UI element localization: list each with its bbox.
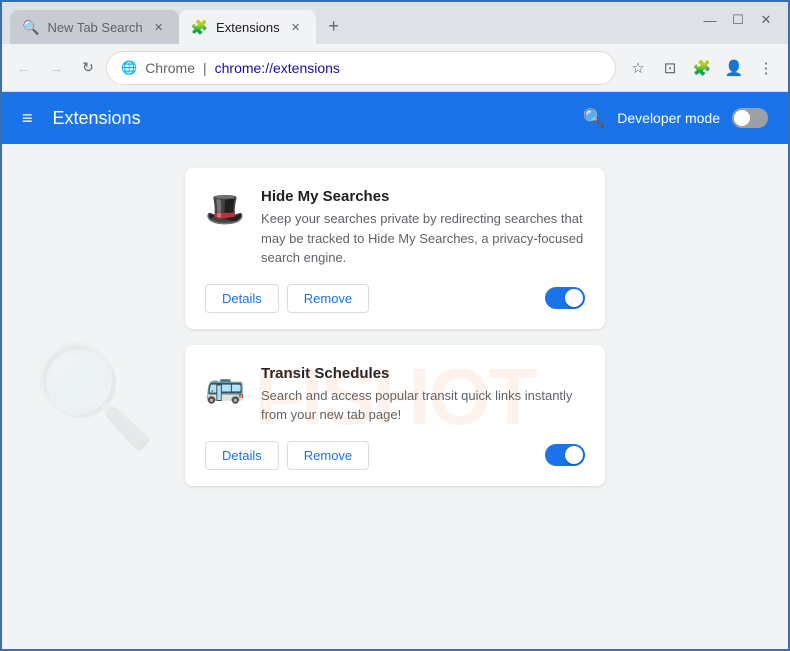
header-search-icon[interactable]: 🔍 [583,108,605,129]
hamburger-menu[interactable]: ≡ [22,108,33,129]
tab-new-tab-search[interactable]: 🔍 New Tab Search ✕ [10,10,179,44]
menu-icon[interactable]: ⋮ [752,54,780,82]
profile-icon[interactable]: 👤 [720,54,748,82]
tab-bar: 🔍 New Tab Search ✕ 🧩 Extensions ✕ + [2,2,788,44]
extensions-title: Extensions [53,108,141,129]
bookmark-icon[interactable]: ☆ [624,54,652,82]
hide-my-searches-toggle-knob [565,289,583,307]
card-bottom-1: Details Remove [205,284,585,313]
transit-schedules-details-button[interactable]: Details [205,441,279,470]
card-bottom-2: Details Remove [205,441,585,470]
header-right: 🔍 Developer mode [583,108,768,129]
tab-1-title: New Tab Search [47,20,142,35]
hide-my-searches-icon: 🎩 [205,190,245,228]
hide-my-searches-name: Hide My Searches [261,188,585,205]
address-bar: ← → ↻ 🌐 Chrome | chrome://extensions ☆ ⊡… [2,44,788,92]
extension-card-hide-my-searches: 🎩 Hide My Searches Keep your searches pr… [185,168,605,329]
transit-schedules-icon: 🚌 [205,367,245,405]
browser-window: 🔍 New Tab Search ✕ 🧩 Extensions ✕ + — ☐ … [0,0,790,651]
transit-schedules-name: Transit Schedules [261,365,585,382]
extension-icon[interactable]: 🧩 [688,54,716,82]
minimize-button[interactable]: — [700,10,720,30]
hide-my-searches-info: Hide My Searches Keep your searches priv… [261,188,585,268]
url-separator: | [203,60,207,76]
window-controls: — ☐ ✕ [700,10,776,30]
extensions-header: ≡ Extensions 🔍 Developer mode [2,92,788,144]
card-buttons-1: Details Remove [205,284,369,313]
extension-card-transit-schedules: 🚌 Transit Schedules Search and access po… [185,345,605,486]
card-buttons-2: Details Remove [205,441,369,470]
close-button[interactable]: ✕ [756,10,776,30]
toolbar-icons: ☆ ⊡ 🧩 👤 ⋮ [624,54,780,82]
transit-schedules-remove-button[interactable]: Remove [287,441,369,470]
card-top-2: 🚌 Transit Schedules Search and access po… [205,365,585,425]
forward-button[interactable]: → [42,54,70,82]
transit-schedules-info: Transit Schedules Search and access popu… [261,365,585,425]
tab-2-icon: 🧩 [191,19,208,36]
extensions-content: 🔍 FISHOT 🎩 Hide My Searches Keep your se… [2,144,788,649]
tab-2-title: Extensions [216,20,280,35]
refresh-button[interactable]: ↻ [74,54,102,82]
card-top-1: 🎩 Hide My Searches Keep your searches pr… [205,188,585,268]
developer-mode-label: Developer mode [617,110,720,126]
transit-schedules-toggle[interactable] [545,444,585,466]
new-tab-button[interactable]: + [320,12,348,40]
screenshot-icon[interactable]: ⊡ [656,54,684,82]
watermark-magnifier: 🔍 [32,338,157,455]
top-area: 🔍 New Tab Search ✕ 🧩 Extensions ✕ + — ☐ … [2,2,788,44]
back-button[interactable]: ← [10,54,38,82]
header-left: ≡ Extensions [22,108,141,129]
transit-schedules-desc: Search and access popular transit quick … [261,386,585,425]
url-path: chrome://extensions [215,60,340,76]
hide-my-searches-toggle[interactable] [545,287,585,309]
developer-mode-toggle-knob [734,110,750,126]
tab-1-close[interactable]: ✕ [151,19,167,35]
developer-mode-toggle[interactable] [732,108,768,128]
maximize-button[interactable]: ☐ [728,10,748,30]
hide-my-searches-desc: Keep your searches private by redirectin… [261,209,585,268]
hide-my-searches-remove-button[interactable]: Remove [287,284,369,313]
transit-schedules-toggle-knob [565,446,583,464]
url-chrome-label: Chrome [145,60,195,76]
tab-2-close[interactable]: ✕ [288,19,304,35]
tab-extensions[interactable]: 🧩 Extensions ✕ [179,10,316,44]
hide-my-searches-details-button[interactable]: Details [205,284,279,313]
tab-1-icon: 🔍 [22,19,39,36]
url-bar[interactable]: 🌐 Chrome | chrome://extensions [106,51,616,85]
